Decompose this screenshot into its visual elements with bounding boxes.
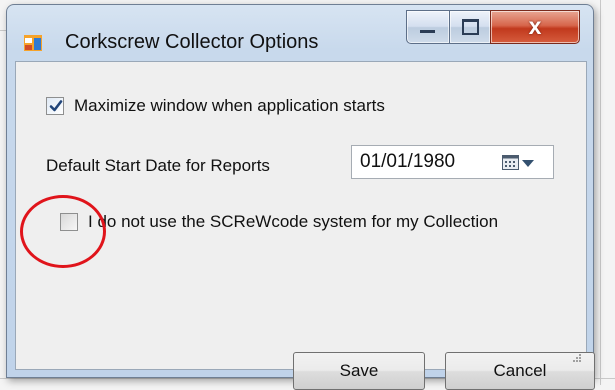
background-line [600,0,601,385]
maximize-checkbox[interactable] [46,97,64,115]
window-title: Corkscrew Collector Options [65,31,319,53]
maximize-label[interactable]: Maximize window when application starts [74,96,385,116]
maximize-button[interactable] [449,10,491,44]
start-date-label: Default Start Date for Reports [46,156,270,175]
start-date-value: 01/01/1980 [360,151,456,172]
resize-grip-icon[interactable] [568,351,582,365]
checkmark-icon [49,100,63,112]
save-button[interactable]: Save [293,352,425,390]
screwcode-label[interactable]: I do not use the SCReWcode system for my… [88,212,498,232]
options-dialog: Corkscrew Collector Options x Maximize w… [6,4,595,390]
annotation-circle [20,195,106,268]
start-date-picker[interactable]: 01/01/1980 [351,145,554,179]
app-window-icon [24,35,42,51]
minimize-icon [420,30,435,33]
minimize-button[interactable] [406,10,450,44]
maximize-icon [462,19,479,35]
title-bar[interactable]: Corkscrew Collector Options x [7,5,593,61]
close-icon: x [528,13,542,39]
chevron-down-icon[interactable] [522,160,534,167]
calendar-icon [502,155,519,170]
close-button[interactable]: x [490,10,580,44]
